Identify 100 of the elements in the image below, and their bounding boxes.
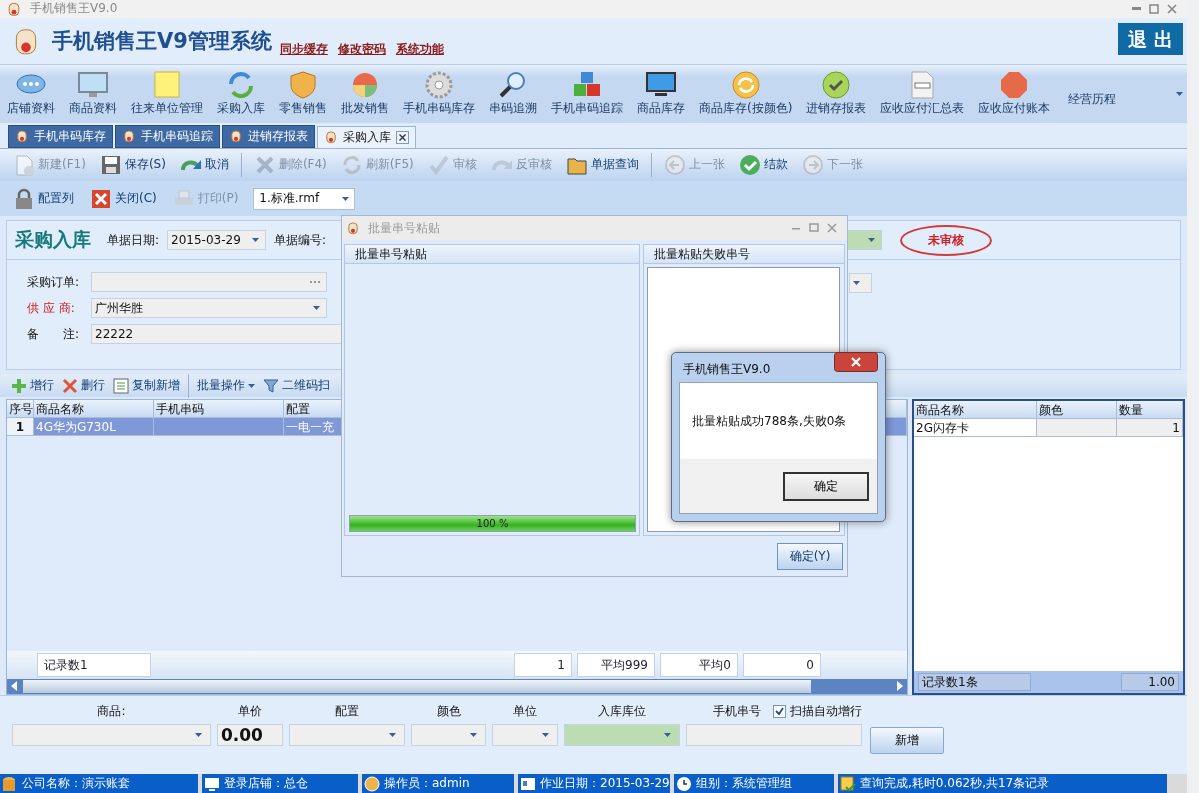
toolbar-button[interactable]: 取消 xyxy=(174,151,234,178)
table-icon xyxy=(113,377,129,394)
ok-button[interactable]: 确定 xyxy=(783,471,869,501)
tab[interactable]: 采购入库 xyxy=(317,125,416,148)
field-label: 备 注: xyxy=(27,325,81,343)
message-text: 批量粘贴成功788条,失败0条 xyxy=(692,412,847,430)
dropdown-field[interactable] xyxy=(492,723,558,746)
total-cell: 1 xyxy=(514,652,572,677)
caret-icon xyxy=(664,732,671,737)
ribbon-button[interactable]: 手机串码库存 xyxy=(398,70,480,118)
new-document-icon xyxy=(13,153,35,176)
ribbon-button[interactable]: 商品库存(按颜色) xyxy=(694,70,798,118)
toolbar-button[interactable]: 复制新增 xyxy=(110,377,183,395)
table-cell: 4G华为G730L xyxy=(34,418,154,437)
header-link[interactable]: 同步缓存 xyxy=(279,41,328,59)
dropdown-field[interactable] xyxy=(411,723,486,746)
add-button[interactable]: 新增 xyxy=(870,726,944,754)
toolbar-button[interactable]: 增行 xyxy=(8,377,57,395)
field-label: 配置 xyxy=(335,703,359,721)
app-title: 手机销售王V9管理系统 xyxy=(52,27,272,55)
ribbon-button[interactable]: 店铺资料 xyxy=(2,70,60,118)
ribbon-button[interactable]: 往来单位管理 xyxy=(126,70,208,118)
ribbon-button[interactable]: 批发销售 xyxy=(336,70,394,118)
dropdown-field[interactable] xyxy=(12,723,211,746)
field-label: 供 应 商: xyxy=(27,299,76,317)
right-arrow-icon xyxy=(895,680,905,693)
ribbon-button[interactable]: 商品资料 xyxy=(64,70,122,118)
field-label: 采购订单: xyxy=(27,273,81,291)
close-icon xyxy=(1167,3,1177,14)
check-icon xyxy=(820,70,853,101)
date-field[interactable]: 2015-03-29 xyxy=(167,230,267,251)
close-icon xyxy=(90,187,112,210)
total-cell: 1.00 xyxy=(1121,672,1179,691)
column-header[interactable]: 商品名称 xyxy=(914,401,1037,420)
clock-icon xyxy=(676,775,692,792)
ribbon-button[interactable]: 应收应付汇总表 xyxy=(875,70,970,118)
caret-icon xyxy=(470,732,477,737)
form-title: 采购入库 xyxy=(15,227,91,253)
cat-icon xyxy=(346,221,360,235)
dropdown-field[interactable] xyxy=(289,723,405,746)
total-cell: 0 xyxy=(743,652,821,677)
caret-icon xyxy=(252,238,260,243)
check-note-icon xyxy=(840,775,856,792)
template-dropdown[interactable]: 1.标准.rmf xyxy=(253,187,356,210)
tab[interactable]: 进销存报表 xyxy=(222,124,315,148)
checkbox[interactable]: 扫描自动增行 xyxy=(773,703,862,721)
padlock-icon xyxy=(13,187,35,210)
menu-button[interactable]: 批量操作 xyxy=(194,377,258,395)
table-cell: 1 xyxy=(7,418,34,437)
tab[interactable]: 手机串码库存 xyxy=(8,124,113,148)
toolbar-button[interactable]: 关闭(C) xyxy=(85,185,162,212)
cat-icon xyxy=(324,130,338,145)
ribbon-button[interactable]: 应收应付账本 xyxy=(973,70,1056,118)
ok-button[interactable]: 确定(Y) xyxy=(777,542,843,570)
caret-icon xyxy=(853,281,860,286)
toolbar-button[interactable]: 保存(S) xyxy=(94,151,171,178)
refresh-icon xyxy=(729,70,762,101)
toolbar-button[interactable]: 二维码扫 xyxy=(260,377,333,395)
header-link[interactable]: 系统功能 xyxy=(395,41,444,59)
caret-icon xyxy=(342,196,350,201)
maximize-icon xyxy=(809,223,819,233)
gear-icon xyxy=(423,70,455,101)
tab[interactable]: 手机串码追踪 xyxy=(115,124,220,148)
panel-header: 批量串号粘贴 xyxy=(345,245,639,264)
text-field[interactable] xyxy=(686,723,862,746)
check-circle-icon xyxy=(738,153,761,176)
ribbon-button[interactable]: 手机串码追踪 xyxy=(546,70,628,118)
total-cell: 记录数1条 xyxy=(918,672,1031,691)
ribbon-button[interactable]: 经营历程 xyxy=(1063,91,1122,109)
caret-icon xyxy=(195,732,202,737)
close-icon xyxy=(396,130,409,144)
ribbon-button[interactable]: 采购入库 xyxy=(212,70,270,118)
id-card-icon xyxy=(520,775,536,792)
lookup-field[interactable] xyxy=(91,272,327,293)
toolbar-button[interactable]: 删行 xyxy=(59,377,108,395)
price-field[interactable]: 0.00 xyxy=(217,723,283,746)
scroll-thumb[interactable] xyxy=(23,679,811,693)
toolbar-button[interactable]: 结款 xyxy=(733,151,793,178)
check-mark-icon xyxy=(427,153,450,176)
field-label: 商品: xyxy=(97,703,126,721)
field-label: 颜色 xyxy=(436,703,461,721)
ribbon-button[interactable]: 零售销售 xyxy=(274,70,332,118)
field-label: 单据日期: xyxy=(107,231,160,249)
caret-icon xyxy=(313,306,320,311)
ribbon-button[interactable]: 商品库存 xyxy=(632,70,690,118)
caret-icon xyxy=(1176,92,1183,96)
dropdown-field[interactable] xyxy=(849,273,872,294)
cat-icon xyxy=(229,129,243,144)
shield-icon xyxy=(287,70,319,101)
ribbon-button[interactable]: 串码追溯 xyxy=(484,70,542,118)
exit-button[interactable]: 退 出 xyxy=(1118,22,1183,55)
close-icon xyxy=(827,223,837,233)
caret-icon xyxy=(868,238,875,243)
status-text: 公司名称：演示账套 xyxy=(22,775,130,793)
ribbon-button[interactable]: 进销存报表 xyxy=(801,70,872,118)
header-link[interactable]: 修改密码 xyxy=(337,41,386,59)
toolbar-button[interactable]: 单据查询 xyxy=(560,151,644,178)
dropdown-field[interactable]: 广州华胜 xyxy=(91,298,327,319)
database-icon xyxy=(2,775,18,792)
toolbar-button[interactable]: 配置列 xyxy=(8,185,79,212)
